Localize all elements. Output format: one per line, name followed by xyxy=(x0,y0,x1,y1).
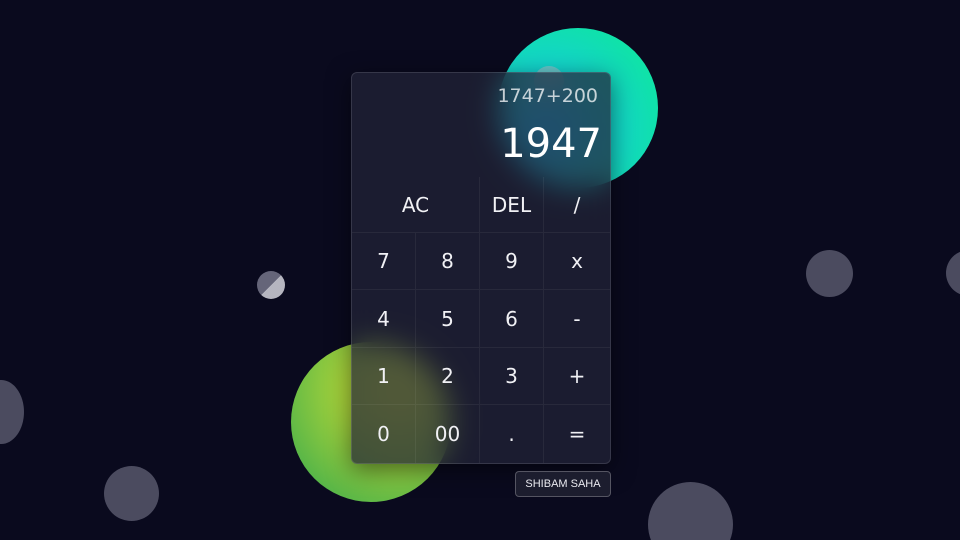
calculator-display: 1747+200 1947 xyxy=(352,73,610,177)
digit-4-button[interactable]: 4 xyxy=(352,290,416,348)
decorative-bubble xyxy=(104,466,159,521)
minus-button[interactable]: - xyxy=(544,290,610,348)
result-text: 1947 xyxy=(500,121,602,167)
plus-button[interactable]: + xyxy=(544,348,610,405)
digit-6-button[interactable]: 6 xyxy=(480,290,544,348)
delete-button[interactable]: DEL xyxy=(480,177,544,233)
digit-1-button[interactable]: 1 xyxy=(352,348,416,405)
decorative-bubble xyxy=(648,482,733,540)
background-stage: 1747+200 1947 AC DEL / 7 8 9 x 4 5 6 - 1… xyxy=(0,0,960,540)
digit-5-button[interactable]: 5 xyxy=(416,290,480,348)
digit-0-button[interactable]: 0 xyxy=(352,405,416,463)
digit-8-button[interactable]: 8 xyxy=(416,233,480,290)
decimal-point-button[interactable]: . xyxy=(480,405,544,463)
all-clear-button[interactable]: AC xyxy=(352,177,480,233)
divide-button[interactable]: / xyxy=(544,177,610,233)
double-zero-button[interactable]: 00 xyxy=(416,405,480,463)
digit-7-button[interactable]: 7 xyxy=(352,233,416,290)
equals-button[interactable]: = xyxy=(544,405,610,463)
author-credit-badge: SHIBAM SAHA xyxy=(515,471,611,497)
decorative-bubble xyxy=(946,250,960,296)
keypad: AC DEL / 7 8 9 x 4 5 6 - 1 2 3 + 0 00 . … xyxy=(352,177,610,463)
decorative-bubble xyxy=(0,380,24,444)
digit-3-button[interactable]: 3 xyxy=(480,348,544,405)
decorative-bubble xyxy=(806,250,853,297)
decorative-bubble xyxy=(257,271,285,299)
expression-text: 1747+200 xyxy=(497,85,598,107)
digit-9-button[interactable]: 9 xyxy=(480,233,544,290)
calculator-panel: 1747+200 1947 AC DEL / 7 8 9 x 4 5 6 - 1… xyxy=(351,72,611,464)
multiply-button[interactable]: x xyxy=(544,233,610,290)
digit-2-button[interactable]: 2 xyxy=(416,348,480,405)
